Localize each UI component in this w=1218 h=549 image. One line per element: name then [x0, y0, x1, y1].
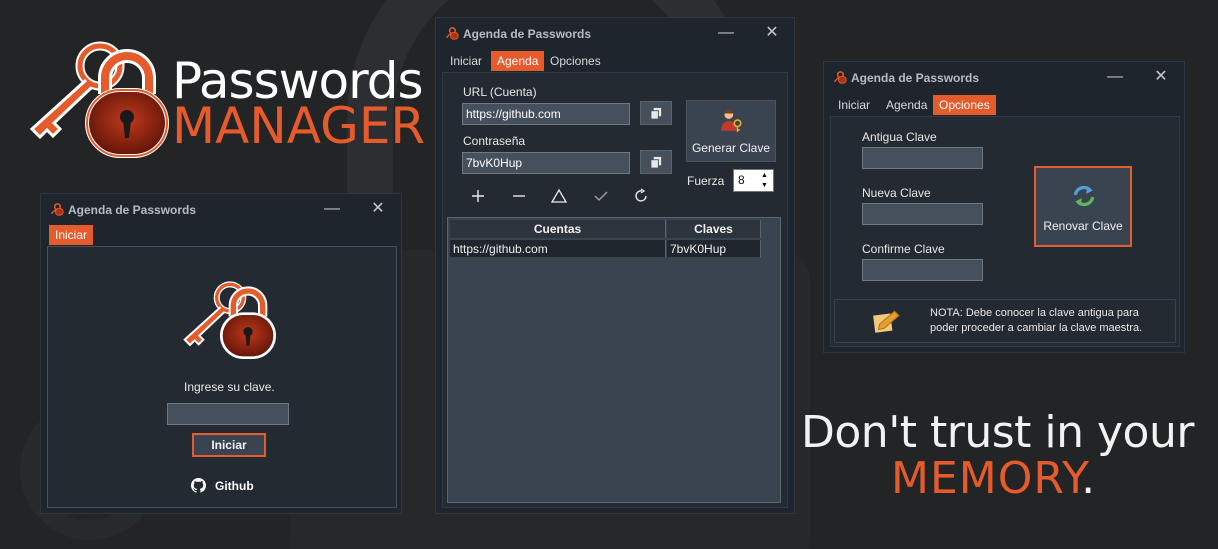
login-titlebar: Agenda de Passwords — ✕: [41, 194, 401, 224]
copy-url-button[interactable]: [640, 101, 672, 125]
login-button-label: Iniciar: [211, 438, 247, 452]
table-row-account[interactable]: https://github.com: [450, 240, 666, 258]
check-icon[interactable]: [593, 188, 609, 204]
remove-icon[interactable]: [511, 188, 527, 204]
brand-word-manager: MANAGER: [172, 97, 426, 155]
spinner-up-icon[interactable]: ▲: [761, 171, 771, 180]
tab-agenda[interactable]: Agenda: [491, 51, 545, 71]
strength-spinner[interactable]: 8 ▲ ▼: [733, 169, 774, 192]
options-titlebar: Agenda de Passwords — ✕: [824, 62, 1184, 92]
tagline-line2: MEMORY.: [891, 456, 1218, 502]
window-title: Agenda de Passwords: [851, 71, 980, 85]
tab-agenda[interactable]: Agenda: [880, 95, 933, 115]
url-input[interactable]: https://github.com: [462, 103, 630, 125]
window-title: Agenda de Passwords: [68, 203, 197, 217]
new-key-input[interactable]: [862, 203, 983, 225]
column-header-cuentas[interactable]: Cuentas: [450, 220, 666, 238]
close-button[interactable]: ✕: [367, 198, 389, 220]
column-header-claves[interactable]: Claves: [667, 220, 761, 238]
tagline-line1: Don't trust in your: [801, 407, 1194, 458]
copy-icon: [650, 107, 662, 120]
new-key-label: Nueva Clave: [862, 186, 931, 200]
app-logo-icon: [445, 27, 459, 40]
renew-key-label: Renovar Clave: [1043, 219, 1123, 233]
confirm-key-label: Confirme Clave: [862, 242, 945, 256]
copy-password-button[interactable]: [640, 150, 672, 174]
brand-logo: Passwords MANAGER: [22, 34, 426, 164]
strength-label: Fuerza: [687, 174, 725, 188]
agenda-panel: URL (Cuenta) https://github.com Contrase…: [442, 72, 788, 508]
note-text: NOTA: Debe conocer la clave antigua para…: [930, 307, 1143, 334]
login-window: Agenda de Passwords — ✕ Iniciar Ingrese …: [40, 193, 402, 514]
app-logo-icon: [50, 203, 64, 216]
password-input[interactable]: 7bvK0Hup: [462, 152, 630, 174]
copy-icon: [650, 156, 662, 169]
app-logo-icon: [833, 71, 847, 84]
tab-iniciar[interactable]: Iniciar: [49, 225, 94, 245]
options-window: Agenda de Passwords — ✕ Iniciar Agenda O…: [823, 61, 1185, 353]
old-key-label: Antigua Clave: [862, 130, 937, 144]
generate-key-button[interactable]: Generar Clave: [686, 100, 776, 162]
github-label: Github: [215, 479, 254, 493]
tagline-memory: MEMORY: [891, 453, 1082, 504]
tagline-period: .: [1081, 453, 1097, 504]
password-label: Contraseña: [463, 134, 526, 148]
agenda-tabs: Iniciar Agenda Opciones: [444, 51, 644, 71]
login-button[interactable]: Iniciar: [192, 433, 266, 457]
window-title: Agenda de Passwords: [463, 27, 592, 41]
generate-key-label: Generar Clave: [691, 141, 771, 155]
triangle-icon[interactable]: [551, 188, 567, 204]
options-panel: Antigua Clave Nueva Clave Confirme Clave…: [830, 116, 1180, 347]
note-box: NOTA: Debe conocer la clave antigua para…: [834, 299, 1176, 343]
renew-key-button[interactable]: Renovar Clave: [1034, 166, 1132, 247]
old-key-input[interactable]: [862, 147, 983, 169]
options-tabs: Iniciar Agenda Opciones: [832, 95, 1032, 115]
tab-opciones[interactable]: Opciones: [544, 51, 607, 71]
minimize-button[interactable]: —: [1104, 66, 1126, 88]
add-icon[interactable]: [470, 188, 486, 204]
accounts-table: Cuentas Claves https://github.com 7bvK0H…: [447, 217, 781, 503]
minimize-button[interactable]: —: [715, 22, 737, 44]
refresh-arrows-icon: [1073, 185, 1095, 207]
app-logo-icon: [183, 281, 276, 359]
spinner-down-icon[interactable]: ▼: [761, 181, 771, 190]
user-key-icon: [721, 110, 742, 132]
table-row-key[interactable]: 7bvK0Hup: [667, 240, 761, 258]
close-button[interactable]: ✕: [1150, 66, 1172, 88]
tab-iniciar[interactable]: Iniciar: [444, 51, 488, 71]
minimize-button[interactable]: —: [321, 198, 343, 220]
tab-iniciar[interactable]: Iniciar: [832, 95, 876, 115]
url-label: URL (Cuenta): [463, 85, 537, 99]
refresh-icon[interactable]: [633, 188, 649, 204]
agenda-window: Agenda de Passwords — ✕ Iniciar Agenda O…: [435, 17, 795, 514]
github-icon: [191, 478, 206, 493]
master-password-input[interactable]: [167, 403, 289, 425]
close-button[interactable]: ✕: [761, 22, 783, 44]
note-pencil-icon: [873, 310, 900, 333]
strength-value: 8: [738, 173, 745, 187]
agenda-titlebar: Agenda de Passwords — ✕: [436, 18, 794, 48]
tab-opciones[interactable]: Opciones: [933, 95, 996, 115]
tagline: Don't trust in your MEMORY.: [801, 410, 1218, 502]
login-prompt: Ingrese su clave.: [184, 380, 275, 394]
app-logo-icon: [29, 41, 169, 158]
confirm-key-input[interactable]: [862, 259, 983, 281]
login-panel: Ingrese su clave. Iniciar Github: [47, 246, 397, 508]
